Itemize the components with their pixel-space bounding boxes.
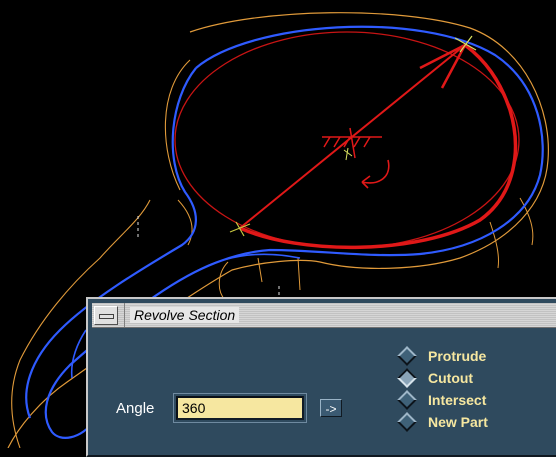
radio-diamond-icon: [397, 346, 417, 366]
radio-cutout[interactable]: Cutout: [397, 368, 474, 388]
section-ellipse-thick-arc: [239, 43, 518, 250]
angle-input[interactable]: [176, 396, 304, 420]
radio-new-part[interactable]: New Part: [397, 412, 488, 432]
radio-intersect-label: Intersect: [428, 392, 487, 408]
axis-center-marker: [343, 147, 353, 161]
radio-protrude-label: Protrude: [428, 348, 487, 364]
radio-diamond-icon: [397, 412, 417, 432]
apply-angle-button[interactable]: ->: [320, 399, 342, 417]
radio-diamond-icon: [397, 368, 417, 388]
radio-cutout-label: Cutout: [428, 370, 474, 386]
window-menu-button[interactable]: [94, 306, 118, 325]
angle-label: Angle: [116, 400, 155, 417]
rotation-arrow-icon: [361, 159, 390, 189]
window-menu-icon: [99, 314, 114, 319]
titlebar-separator: [124, 303, 125, 327]
radio-intersect[interactable]: Intersect: [397, 390, 487, 410]
revolve-section-dialog: Revolve Section Angle -> Protrude Cutout…: [86, 297, 556, 457]
dialog-title: Revolve Section: [130, 307, 240, 323]
radio-protrude[interactable]: Protrude: [397, 346, 487, 366]
dialog-titlebar[interactable]: Revolve Section: [92, 303, 556, 328]
radio-diamond-icon: [397, 390, 417, 410]
radio-new-part-label: New Part: [428, 414, 488, 430]
